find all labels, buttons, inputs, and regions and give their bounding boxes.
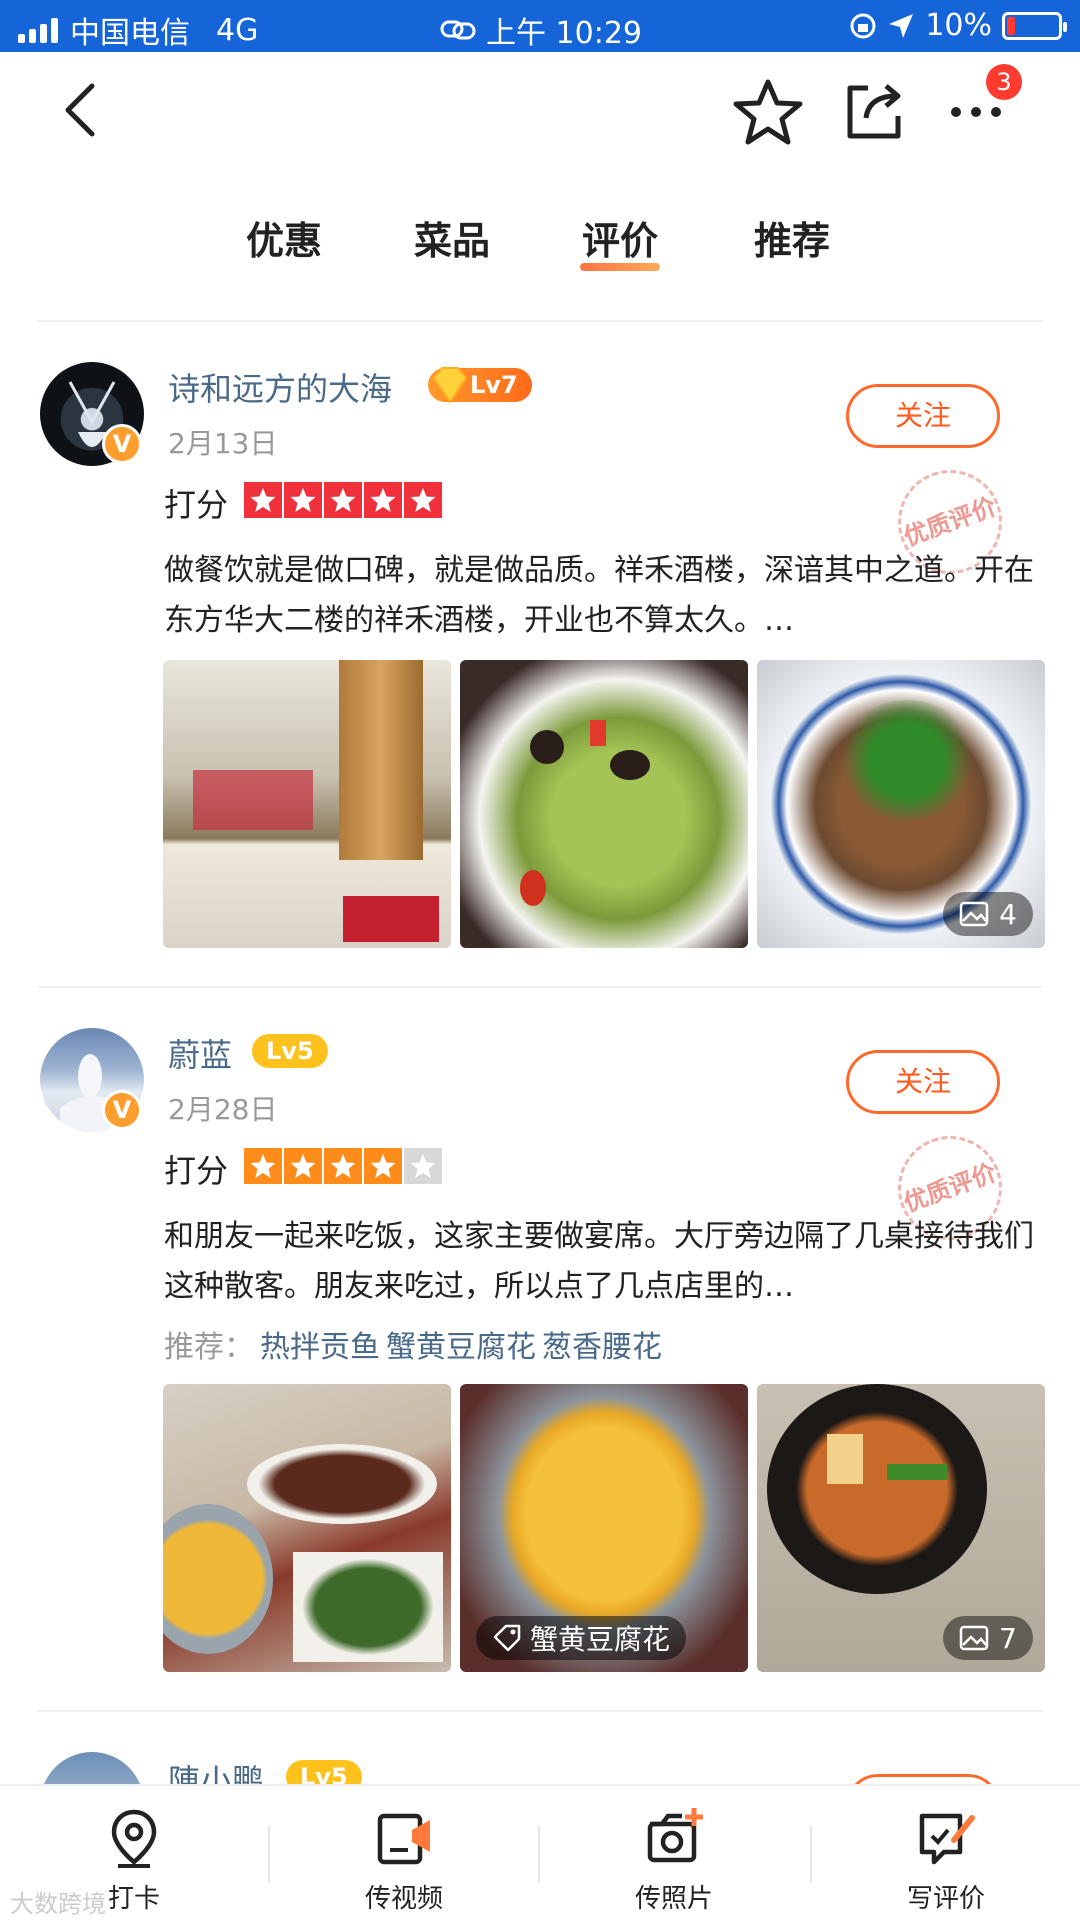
- write-review-icon: [919, 1813, 975, 1865]
- level-badge: Lv7: [428, 367, 532, 404]
- battery-icon: [1002, 11, 1067, 40]
- review-photo[interactable]: [163, 1384, 451, 1672]
- diamond-icon: [432, 367, 468, 404]
- clock: 上午 10:29: [486, 16, 642, 51]
- divider: [538, 1826, 540, 1882]
- link-icon: [440, 20, 476, 40]
- rating-star: [324, 482, 362, 518]
- username[interactable]: 诗和远方的大海: [168, 364, 392, 410]
- tag-icon: [493, 1624, 521, 1652]
- verified-v-badge: V: [102, 1090, 142, 1130]
- video-upload-icon: [377, 1813, 430, 1865]
- review-text[interactable]: 做餐饮就是做口碑，就是做品质。祥禾酒楼，深谙其中之道。开在东方华大二楼的祥禾酒楼…: [164, 546, 1034, 646]
- rating-star: [284, 482, 322, 518]
- divider: [810, 1826, 812, 1882]
- recommended-dish[interactable]: 葱香腰花: [542, 1330, 662, 1365]
- review-card: V 诗和远方的大海 Lv7 2月13日 关注 优质评价 打分 做餐饮就是做口碑，…: [0, 320, 1080, 988]
- follow-button[interactable]: [846, 1774, 1000, 1784]
- rating-star: [404, 482, 442, 518]
- top-nav: 3: [0, 52, 1080, 172]
- network-type: 4G: [216, 12, 259, 48]
- image-icon: [959, 1625, 989, 1651]
- battery-percent: 10%: [925, 8, 992, 43]
- review-photo[interactable]: 4: [757, 660, 1045, 948]
- rating-star: [244, 482, 282, 518]
- username[interactable]: 蔚蓝: [168, 1030, 232, 1076]
- recommend-label: 推荐：: [164, 1330, 254, 1365]
- recommended-dish[interactable]: 热拌贡鱼: [260, 1330, 380, 1365]
- rating-star: [364, 482, 402, 518]
- photo-upload-icon: [647, 1808, 703, 1863]
- review-photo[interactable]: [163, 660, 451, 948]
- level-badge: Lv5: [286, 1760, 362, 1784]
- username[interactable]: 陳小鹏: [168, 1756, 264, 1784]
- image-icon: [959, 901, 989, 927]
- review-photo[interactable]: 7: [757, 1384, 1045, 1672]
- location-arrow-icon: [889, 13, 914, 38]
- rotation-lock-icon: [850, 13, 876, 38]
- follow-button[interactable]: 关注: [846, 384, 1000, 448]
- review-date: 2月13日: [168, 427, 278, 460]
- tab-dishes[interactable]: 菜品: [414, 210, 490, 265]
- notification-badge: 3: [986, 64, 1022, 100]
- bottom-action-bar: 打卡 传视频 传照片 写评价: [0, 1784, 1080, 1920]
- review-photo[interactable]: 蟹黄豆腐花: [460, 1384, 748, 1672]
- upload-photo-button[interactable]: 传照片: [574, 1806, 774, 1915]
- back-arrow-icon[interactable]: [52, 80, 112, 140]
- verified-v-badge: V: [102, 424, 142, 464]
- location-pin-icon: [111, 1809, 157, 1868]
- level-badge: Lv5: [252, 1034, 328, 1068]
- photo-count[interactable]: 7: [943, 1616, 1033, 1660]
- review-card: 陳小鹏 Lv5: [0, 1712, 1080, 1784]
- rating-star: [324, 1148, 362, 1184]
- avatar[interactable]: [40, 1752, 144, 1784]
- divider: [268, 1826, 270, 1882]
- carrier-name: 中国电信: [70, 16, 190, 51]
- rating-star: [244, 1148, 282, 1184]
- signal-icon: [18, 17, 58, 43]
- rating-star: [284, 1148, 322, 1184]
- share-icon[interactable]: [842, 78, 906, 142]
- section-tabs: 优惠 菜品 评价 推荐: [0, 200, 1080, 271]
- score-label: 打分: [164, 1152, 229, 1190]
- rating-star: [364, 1148, 402, 1184]
- status-bar: 中国电信 4G 上午 10:29 10%: [0, 0, 1080, 52]
- review-photo[interactable]: [460, 660, 748, 948]
- photo-count[interactable]: 4: [943, 892, 1033, 936]
- rating-stars: [244, 1148, 442, 1184]
- tab-recommend[interactable]: 推荐: [754, 210, 830, 265]
- review-card: V 蔚蓝 Lv5 2月28日 关注 优质评价 打分 和朋友一起来吃饭，这家主要做…: [0, 986, 1080, 1706]
- favorite-star-icon[interactable]: [732, 76, 804, 148]
- recommended-dish[interactable]: 蟹黄豆腐花: [386, 1330, 536, 1365]
- recommend-row: 推荐： 热拌贡鱼 蟹黄豆腐花 葱香腰花: [164, 1322, 662, 1366]
- review-date: 2月28日: [168, 1093, 278, 1126]
- tab-discounts[interactable]: 优惠: [246, 210, 322, 265]
- review-text[interactable]: 和朋友一起来吃饭，这家主要做宴席。大厅旁边隔了几桌接待我们这种散客。朋友来吃过，…: [164, 1212, 1034, 1312]
- watermark: 大数跨境: [10, 1890, 106, 1918]
- tab-reviews[interactable]: 评价: [579, 210, 661, 271]
- upload-video-button[interactable]: 传视频: [304, 1806, 504, 1915]
- score-label: 打分: [164, 486, 229, 524]
- write-review-button[interactable]: 写评价: [846, 1806, 1046, 1915]
- dish-tag[interactable]: 蟹黄豆腐花: [476, 1616, 687, 1660]
- follow-button[interactable]: 关注: [846, 1050, 1000, 1114]
- rating-stars: [244, 482, 442, 518]
- rating-star: [404, 1148, 442, 1184]
